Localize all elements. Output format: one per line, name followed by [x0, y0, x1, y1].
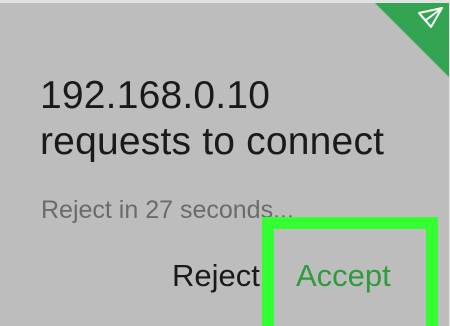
reject-button[interactable]: Reject: [172, 258, 260, 294]
dialog-title: 192.168.0.10 requests to connect: [40, 73, 384, 165]
title-ip-address: 192.168.0.10: [40, 74, 271, 117]
countdown-text: Reject in 27 seconds...: [41, 196, 294, 224]
paper-plane-icon: [375, 3, 449, 77]
accept-button[interactable]: Accept: [296, 258, 391, 294]
title-request-text: requests to connect: [40, 120, 385, 163]
corner-badge: [375, 3, 449, 77]
connection-request-dialog: 192.168.0.10 requests to connect Reject …: [0, 0, 450, 326]
